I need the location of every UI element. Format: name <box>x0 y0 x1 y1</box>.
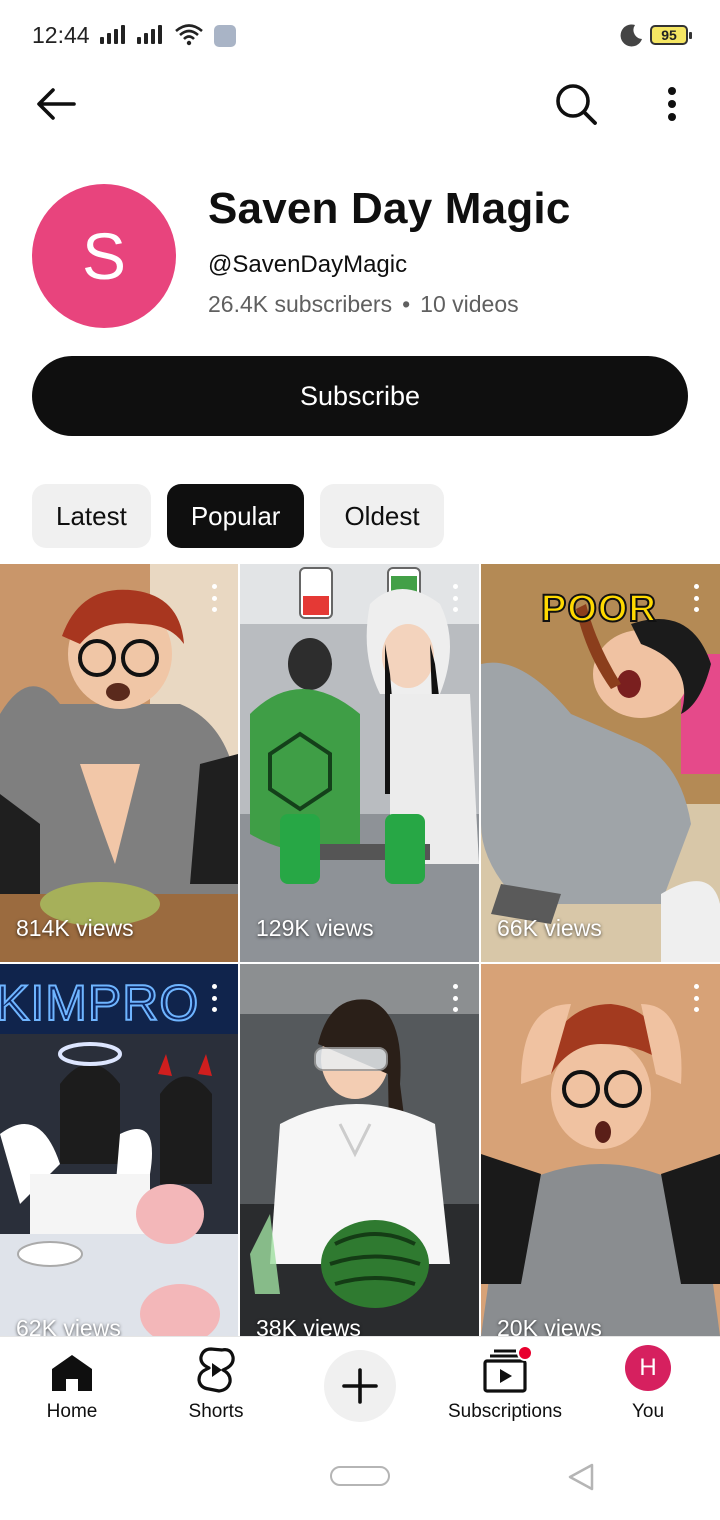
short-tile[interactable]: 129K views <box>240 564 479 962</box>
app-notification-icon <box>214 25 236 47</box>
nav-shorts[interactable]: Shorts <box>176 1337 256 1441</box>
nav-home[interactable]: Home <box>32 1337 112 1441</box>
video-thumbnail <box>240 964 479 1336</box>
bottom-navigation: Home Shorts Subscriptions H You <box>0 1336 720 1440</box>
shorts-grid: 814K views 129K views POOR 66K views KIM… <box>0 564 720 1336</box>
signal-icon <box>100 25 125 44</box>
back-button[interactable] <box>28 80 84 128</box>
short-more-button[interactable] <box>445 984 465 1012</box>
create-button[interactable] <box>324 1350 396 1422</box>
shorts-icon <box>197 1347 235 1393</box>
short-overlay-text: KIMPRO <box>0 974 200 1032</box>
you-avatar: H <box>625 1345 671 1391</box>
battery-indicator: 95 <box>650 25 692 45</box>
home-icon <box>52 1355 92 1391</box>
short-views: 66K views <box>497 915 602 941</box>
chip-popular[interactable]: Popular <box>166 484 305 548</box>
video-thumbnail <box>481 964 720 1336</box>
system-home-button[interactable] <box>330 1466 390 1486</box>
chip-latest[interactable]: Latest <box>32 484 151 548</box>
system-back-icon[interactable] <box>566 1462 596 1492</box>
short-more-button[interactable] <box>686 984 706 1012</box>
stats-separator: • <box>402 291 411 317</box>
short-overlay-text: POOR <box>540 587 657 631</box>
channel-handle: @SavenDayMagic <box>208 251 408 278</box>
nav-home-label: Home <box>46 1401 98 1422</box>
signal-icon <box>137 25 162 44</box>
sort-chips: Latest Popular Oldest <box>32 484 444 548</box>
moon-icon <box>618 22 644 53</box>
video-thumbnail <box>240 564 479 962</box>
search-icon <box>556 84 597 125</box>
video-count: 10 videos <box>420 291 519 317</box>
short-more-button[interactable] <box>204 584 224 612</box>
more-vertical-icon <box>668 87 676 121</box>
nav-shorts-label: Shorts <box>188 1401 244 1422</box>
notification-dot <box>517 1345 533 1361</box>
subscriber-count: 26.4K subscribers <box>208 291 393 317</box>
system-navigation-bar <box>0 1440 720 1520</box>
channel-avatar[interactable]: S <box>32 184 176 328</box>
short-tile[interactable]: 20K views <box>481 964 720 1336</box>
channel-name: Saven Day Magic <box>208 184 571 233</box>
short-views: 814K views <box>16 915 134 941</box>
short-tile[interactable]: POOR 66K views <box>481 564 720 962</box>
short-more-button[interactable] <box>686 584 706 612</box>
wifi-icon <box>174 22 204 51</box>
short-tile[interactable]: 38K views <box>240 964 479 1336</box>
short-more-button[interactable] <box>204 984 224 1012</box>
nav-subscriptions[interactable]: Subscriptions <box>440 1337 570 1441</box>
channel-stats: 26.4K subscribers • 10 videos <box>208 291 519 318</box>
short-more-button[interactable] <box>445 584 465 612</box>
video-thumbnail <box>0 564 238 962</box>
status-time: 12:44 <box>32 22 90 48</box>
nav-you-label: You <box>631 1401 665 1422</box>
arrow-left-icon <box>37 88 76 120</box>
chip-oldest[interactable]: Oldest <box>320 484 444 548</box>
short-views: 129K views <box>256 915 374 941</box>
short-views: 38K views <box>256 1315 361 1336</box>
status-bar: 12:44 95 <box>0 0 720 72</box>
short-tile[interactable]: 814K views <box>0 564 238 962</box>
subscribe-button[interactable]: Subscribe <box>32 356 688 436</box>
short-views: 62K views <box>16 1315 121 1336</box>
plus-icon <box>342 1368 378 1404</box>
nav-you[interactable]: H You <box>608 1337 688 1441</box>
short-tile[interactable]: KIMPRO 62K views <box>0 964 238 1336</box>
short-views: 20K views <box>497 1315 602 1336</box>
nav-subscriptions-label: Subscriptions <box>447 1401 563 1422</box>
more-options-button[interactable] <box>650 78 694 130</box>
search-button[interactable] <box>550 78 602 130</box>
